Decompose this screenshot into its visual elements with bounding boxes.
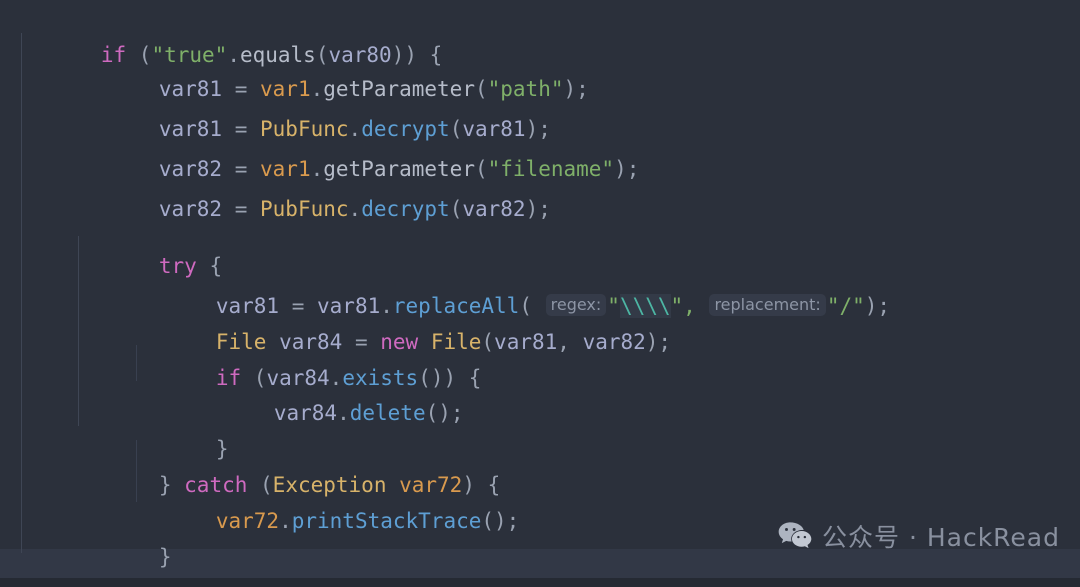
code-line-14[interactable]: var72.printStackTrace(); [0,461,519,533]
code-line-17[interactable]: } else { [0,549,203,587]
token-method-delete: delete [349,401,426,425]
token-line8-tail: ); [864,294,891,318]
token-assign: = [222,197,261,221]
token-line2-tail: ); [563,77,589,101]
screenshot-root: if ("true".equals(var80)) { var81 = var1… [0,0,1080,587]
token-paren: ( [449,197,463,221]
token-dot: . [279,509,292,533]
token-line4-tail: ); [614,157,640,181]
code-editor[interactable]: if ("true".equals(var80)) { var81 = var1… [0,0,1080,587]
token-method-printstacktrace: printStackTrace [291,509,482,533]
code-line-4[interactable]: var82 = var1.getParameter("filename"); [0,109,640,181]
token-arg-var82: var82 [462,197,526,221]
token-class-pubfunc: PubFunc [260,197,349,221]
token-string-slash: "/" [826,294,865,318]
token-line11-tail: (); [425,401,464,425]
token-param-var72: var72 [215,509,280,533]
token-quote-close-comma: ", [670,294,709,318]
code-line-3[interactable]: var81 = PubFunc.decrypt(var81); [0,69,551,141]
code-line-11[interactable]: var84.delete(); [0,353,464,425]
token-arg-var81: var81 [494,330,558,354]
code-line-9[interactable]: File var84 = new File(var81, var82); [0,282,671,354]
code-line-8[interactable]: var81 = var81.replaceAll( regex: "\\\\", … [0,246,890,318]
inlay-hint-replacement[interactable]: replacement: [709,294,826,316]
token-paren: ( [481,330,495,354]
token-line9-tail: ); [645,330,672,354]
code-line-5[interactable]: var82 = PubFunc.decrypt(var82); [0,149,551,221]
token-line14-tail: (); [481,509,520,533]
token-line5-tail: ); [525,197,551,221]
token-method-decrypt: decrypt [361,197,450,221]
token-dot: . [337,401,350,425]
code-line-10[interactable]: if (var84.exists()) { [0,318,482,390]
token-arg-var82: var82 [582,330,646,354]
code-line-13[interactable]: } catch (Exception var72) { [0,425,500,497]
code-line-12[interactable]: } [0,389,229,461]
token-dot: . [348,197,362,221]
code-line-2[interactable]: var81 = var1.getParameter("path"); [0,29,589,101]
token-var-var84: var84 [273,401,338,425]
code-line-7[interactable]: try { [0,206,222,278]
token-comma: , [557,330,583,354]
